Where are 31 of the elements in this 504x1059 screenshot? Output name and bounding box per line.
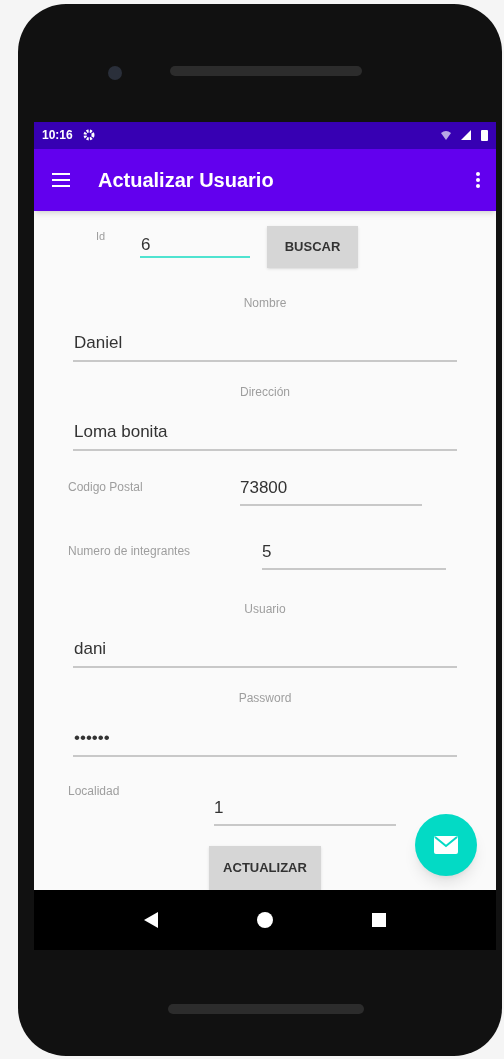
recents-icon[interactable] (372, 913, 387, 927)
input-field[interactable]: dani (73, 636, 457, 669)
input-field[interactable]: Loma bonita (73, 418, 457, 451)
camera-icon (108, 66, 122, 80)
field-label: Codigo Postal (68, 478, 144, 496)
mail-icon (434, 836, 458, 854)
input-field[interactable]: 5 (262, 535, 446, 570)
field-label: Dirección (240, 383, 290, 401)
wifi-icon (441, 130, 451, 141)
input-field[interactable]: 73800 (240, 471, 422, 506)
clock: 10:16 (42, 127, 73, 145)
home-icon[interactable] (257, 912, 273, 928)
field-label: Nombre (243, 295, 287, 312)
input-field[interactable]: Daniel (73, 330, 457, 362)
screen-title: Actualizar Usuario (98, 167, 275, 193)
field-label: Localidad (68, 782, 121, 800)
signal-icon (461, 130, 471, 141)
battery-icon (481, 129, 488, 142)
input-field[interactable]: 1 (214, 791, 396, 826)
input-field[interactable]: •••••• (73, 725, 457, 757)
input-field[interactable]: 6 (140, 225, 250, 258)
update-button[interactable]: ACTUALIZAR (209, 846, 321, 890)
back-icon[interactable] (143, 912, 158, 928)
field-label: Id (96, 228, 107, 244)
field-label: Password (238, 690, 292, 707)
search-button[interactable]: BUSCAR (267, 225, 358, 268)
field-label: Numero de integrantes (68, 542, 192, 560)
more-icon[interactable] (476, 171, 480, 188)
field-label: Usuario (244, 601, 286, 619)
gear-icon (82, 129, 95, 142)
menu-icon[interactable] (52, 172, 70, 187)
